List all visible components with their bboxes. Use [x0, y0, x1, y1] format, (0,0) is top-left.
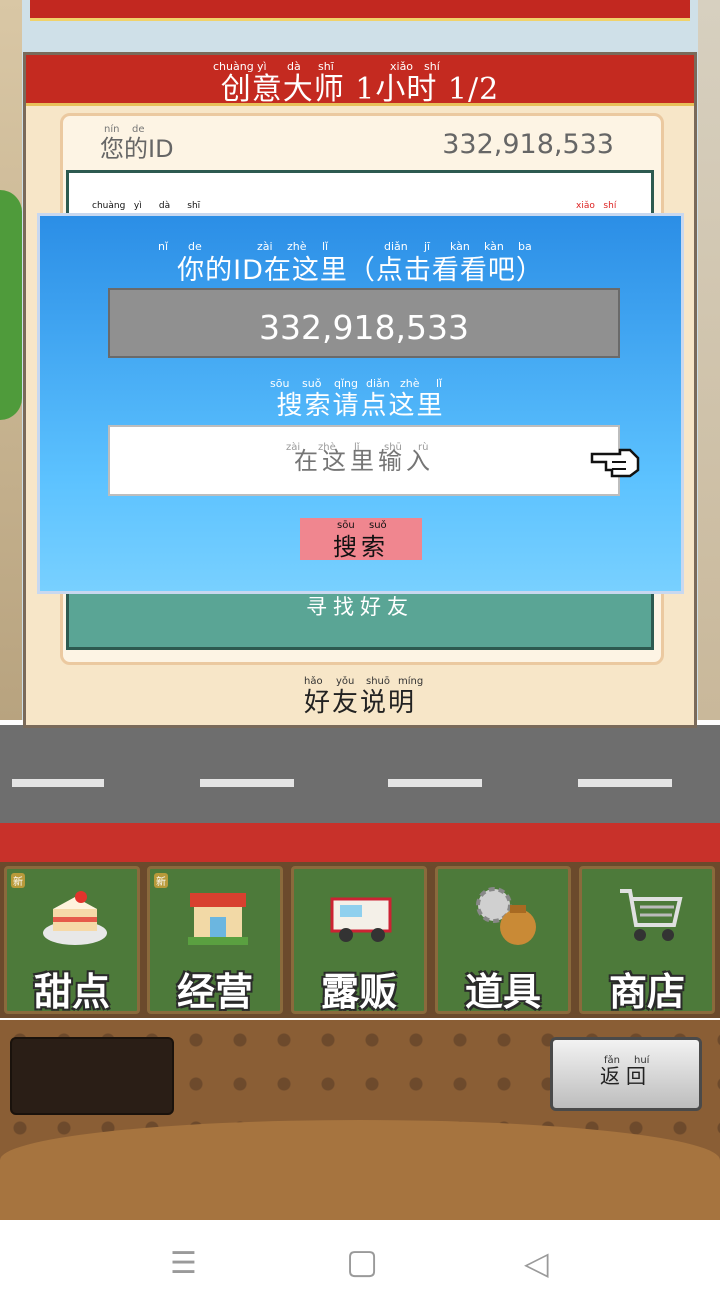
pinyin: shū — [384, 442, 402, 453]
search-button-label: 搜索 — [333, 533, 389, 561]
search-id-input[interactable] — [108, 425, 620, 496]
id-display-value: 332,918,533 — [259, 308, 469, 347]
menu-label: 露贩 — [320, 970, 397, 1014]
pinyin: xiǎo shí — [576, 201, 617, 211]
search-hint: 搜索请点这里 — [276, 391, 445, 421]
dialog-title: 创意大师 1小时 1/2 — [220, 72, 500, 107]
menu-button-food-truck[interactable]: 露贩 — [291, 866, 427, 1014]
back-button-label: 返回 — [600, 1064, 652, 1088]
gear-and-bag-icon — [476, 887, 536, 945]
back-icon[interactable]: ◁ — [524, 1244, 549, 1282]
pointing-hand-icon — [590, 448, 640, 478]
background-road — [0, 725, 720, 825]
bottom-panel-arc — [0, 1120, 720, 1220]
background-awning — [0, 823, 720, 863]
menu-button-management[interactable]: 新 经营 — [147, 866, 283, 1014]
menu-button-items[interactable]: 道具 — [435, 866, 571, 1014]
shop-icon — [188, 893, 248, 945]
pinyin: zhè — [318, 442, 336, 453]
your-id-label: 您的ID — [100, 135, 174, 163]
pinyin: rù — [418, 442, 429, 453]
friend-help-link[interactable]: 好友说明 — [26, 682, 694, 719]
road-marking — [388, 779, 482, 787]
your-id-value: 332,918,533 — [442, 129, 614, 160]
menu-label: 甜点 — [33, 970, 110, 1014]
modal-title: 你的ID在这里（点击看看吧） — [177, 255, 544, 286]
home-icon[interactable]: ▢ — [346, 1242, 378, 1282]
find-friend-button[interactable]: 寻找好友 — [66, 591, 654, 621]
cake-icon — [43, 891, 107, 945]
pinyin: zài — [286, 442, 301, 453]
road-marking — [12, 779, 104, 787]
food-truck-icon — [330, 897, 392, 942]
new-badge: 新 — [11, 873, 25, 888]
background-tree — [0, 190, 22, 420]
new-badge: 新 — [154, 873, 168, 888]
background-building-right — [698, 0, 720, 720]
shopping-cart-icon — [620, 889, 683, 941]
menu-label: 商店 — [608, 970, 685, 1014]
info-slot — [10, 1037, 174, 1115]
menu-icon[interactable]: ☰ — [170, 1246, 197, 1281]
menu-button-shop[interactable]: 商店 — [579, 866, 715, 1014]
pinyin: lǐ — [354, 442, 360, 453]
road-marking — [578, 779, 672, 787]
menu-label: 道具 — [464, 970, 541, 1014]
road-marking — [200, 779, 294, 787]
menu-button-desserts[interactable]: 新 甜点 — [4, 866, 140, 1014]
pinyin: chuàng yì dà shī — [92, 201, 201, 211]
background-top-banner — [30, 0, 690, 21]
menu-label: 经营 — [176, 970, 253, 1014]
